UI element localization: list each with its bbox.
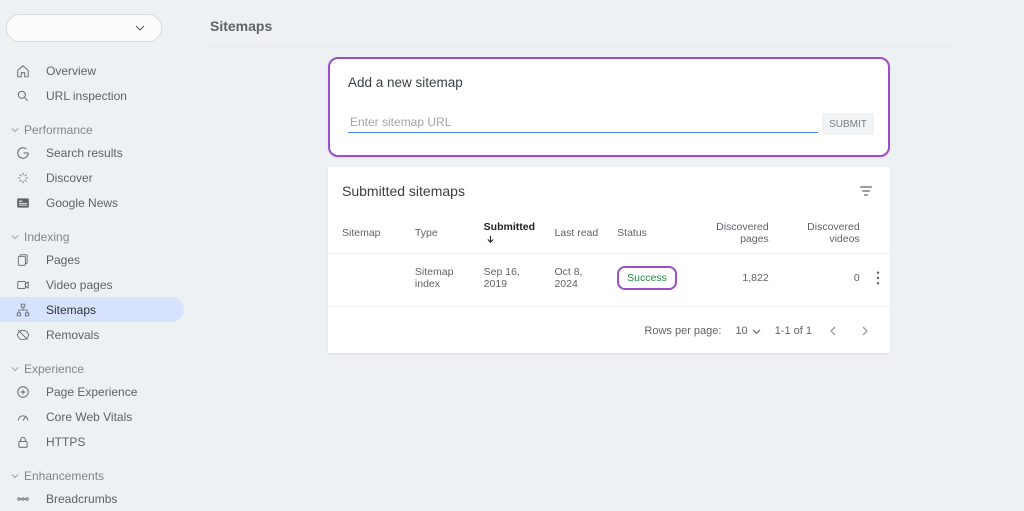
pages-icon: [14, 251, 32, 269]
breadcrumb-icon: [14, 490, 32, 508]
sidebar-item-search-results[interactable]: Search results: [0, 140, 192, 165]
submitted-sitemaps-card: Submitted sitemaps Sitemap Type Submitte…: [328, 167, 890, 353]
sidebar-item-label: URL inspection: [46, 89, 127, 103]
removals-icon: [14, 326, 32, 344]
sidebar-item-pages[interactable]: Pages: [0, 247, 192, 272]
search-icon: [14, 87, 32, 105]
chevron-down-icon: [10, 126, 20, 134]
property-selector-dropdown[interactable]: [6, 14, 162, 42]
news-icon: [14, 194, 32, 212]
sidebar-item-google-news[interactable]: Google News: [0, 190, 192, 215]
sidebar-item-label: Removals: [46, 328, 99, 342]
sidebar-item-breadcrumbs[interactable]: Breadcrumbs: [0, 486, 192, 511]
cell-submitted: Sep 16, 2019: [478, 254, 549, 303]
rows-per-page-label: Rows per page:: [644, 325, 721, 337]
sidebar-item-removals[interactable]: Removals: [0, 322, 192, 347]
nav-group-label: Enhancements: [24, 469, 104, 483]
nav-group-label: Experience: [24, 362, 84, 376]
cell-lastread: Oct 8, 2024: [548, 254, 611, 303]
chevron-down-icon: [10, 365, 20, 373]
video-icon: [14, 276, 32, 294]
sitemap-icon: [14, 301, 32, 319]
cell-status: Success: [611, 254, 684, 303]
pagination-range: 1-1 of 1: [775, 325, 812, 337]
col-lastread[interactable]: Last read: [548, 213, 611, 254]
home-icon: [14, 62, 32, 80]
nav-group-enhancements[interactable]: Enhancements: [0, 466, 192, 486]
col-status[interactable]: Status: [611, 213, 684, 254]
sidebar-item-label: Video pages: [46, 278, 113, 292]
caret-down-icon: [135, 23, 145, 33]
nav-group-label: Performance: [24, 123, 93, 137]
page-title: Sitemaps: [210, 0, 952, 47]
col-videos[interactable]: Discovered videos: [775, 213, 866, 254]
sidebar-item-label: Pages: [46, 253, 80, 267]
pagination: Rows per page: 10 1-1 of 1: [328, 306, 890, 353]
filter-icon[interactable]: [856, 181, 876, 201]
nav-group-performance[interactable]: Performance: [0, 120, 192, 140]
cell-type: Sitemap index: [409, 254, 478, 303]
gauge-icon: [14, 408, 32, 426]
sidebar: Overview URL inspection Performance Search …: [0, 0, 192, 511]
sidebar-item-label: Google News: [46, 196, 118, 210]
add-sitemap-heading: Add a new sitemap: [348, 75, 874, 90]
row-more-icon[interactable]: [866, 254, 890, 303]
submit-button[interactable]: SUBMIT: [822, 113, 874, 135]
cell-sitemap: [328, 254, 409, 303]
sidebar-item-overview[interactable]: Overview: [0, 58, 192, 83]
sidebar-item-label: Sitemaps: [46, 303, 96, 317]
sidebar-item-label: Search results: [46, 146, 123, 160]
col-sitemap[interactable]: Sitemap: [328, 213, 409, 254]
chevron-down-icon: [10, 233, 20, 241]
col-submitted[interactable]: Submitted: [478, 213, 549, 254]
nav-group-indexing[interactable]: Indexing: [0, 227, 192, 247]
sidebar-item-url-inspection[interactable]: URL inspection: [0, 83, 192, 108]
next-page-button[interactable]: [856, 323, 872, 339]
rows-per-page-select[interactable]: 10: [735, 325, 760, 337]
sidebar-item-label: Page Experience: [46, 385, 137, 399]
add-sitemap-card: Add a new sitemap SUBMIT: [328, 57, 890, 157]
nav-group-label: Indexing: [24, 230, 69, 244]
sidebar-item-video-pages[interactable]: Video pages: [0, 272, 192, 297]
arrow-down-icon: [486, 235, 495, 244]
col-pages[interactable]: Discovered pages: [684, 213, 775, 254]
sidebar-item-discover[interactable]: Discover: [0, 165, 192, 190]
cell-pages: 1,822: [684, 254, 775, 303]
cell-videos: 0: [775, 254, 866, 303]
sitemaps-table: Sitemap Type Submitted Last read Status …: [328, 213, 890, 302]
sitemap-url-input[interactable]: [348, 112, 818, 133]
nav-group-experience[interactable]: Experience: [0, 359, 192, 379]
sidebar-item-https[interactable]: HTTPS: [0, 429, 192, 454]
submitted-sitemaps-heading: Submitted sitemaps: [342, 183, 856, 199]
sparkle-icon: [14, 169, 32, 187]
col-type[interactable]: Type: [409, 213, 478, 254]
sidebar-item-label: Breadcrumbs: [46, 492, 117, 506]
sidebar-item-label: Discover: [46, 171, 93, 185]
caret-down-icon: [752, 327, 761, 336]
chevron-down-icon: [10, 472, 20, 480]
sidebar-item-label: Overview: [46, 64, 96, 78]
g-icon: [14, 144, 32, 162]
prev-page-button[interactable]: [826, 323, 842, 339]
sidebar-item-page-experience[interactable]: Page Experience: [0, 379, 192, 404]
plus-circle-icon: [14, 383, 32, 401]
table-row[interactable]: Sitemap index Sep 16, 2019 Oct 8, 2024 S…: [328, 254, 890, 303]
sidebar-item-label: Core Web Vitals: [46, 410, 132, 424]
main-content: Sitemaps Add a new sitemap SUBMIT Submit…: [210, 0, 1024, 511]
sidebar-item-sitemaps[interactable]: Sitemaps: [0, 297, 184, 322]
sidebar-item-label: HTTPS: [46, 435, 85, 449]
status-badge: Success: [617, 266, 677, 290]
lock-icon: [14, 433, 32, 451]
sidebar-item-core-web-vitals[interactable]: Core Web Vitals: [0, 404, 192, 429]
